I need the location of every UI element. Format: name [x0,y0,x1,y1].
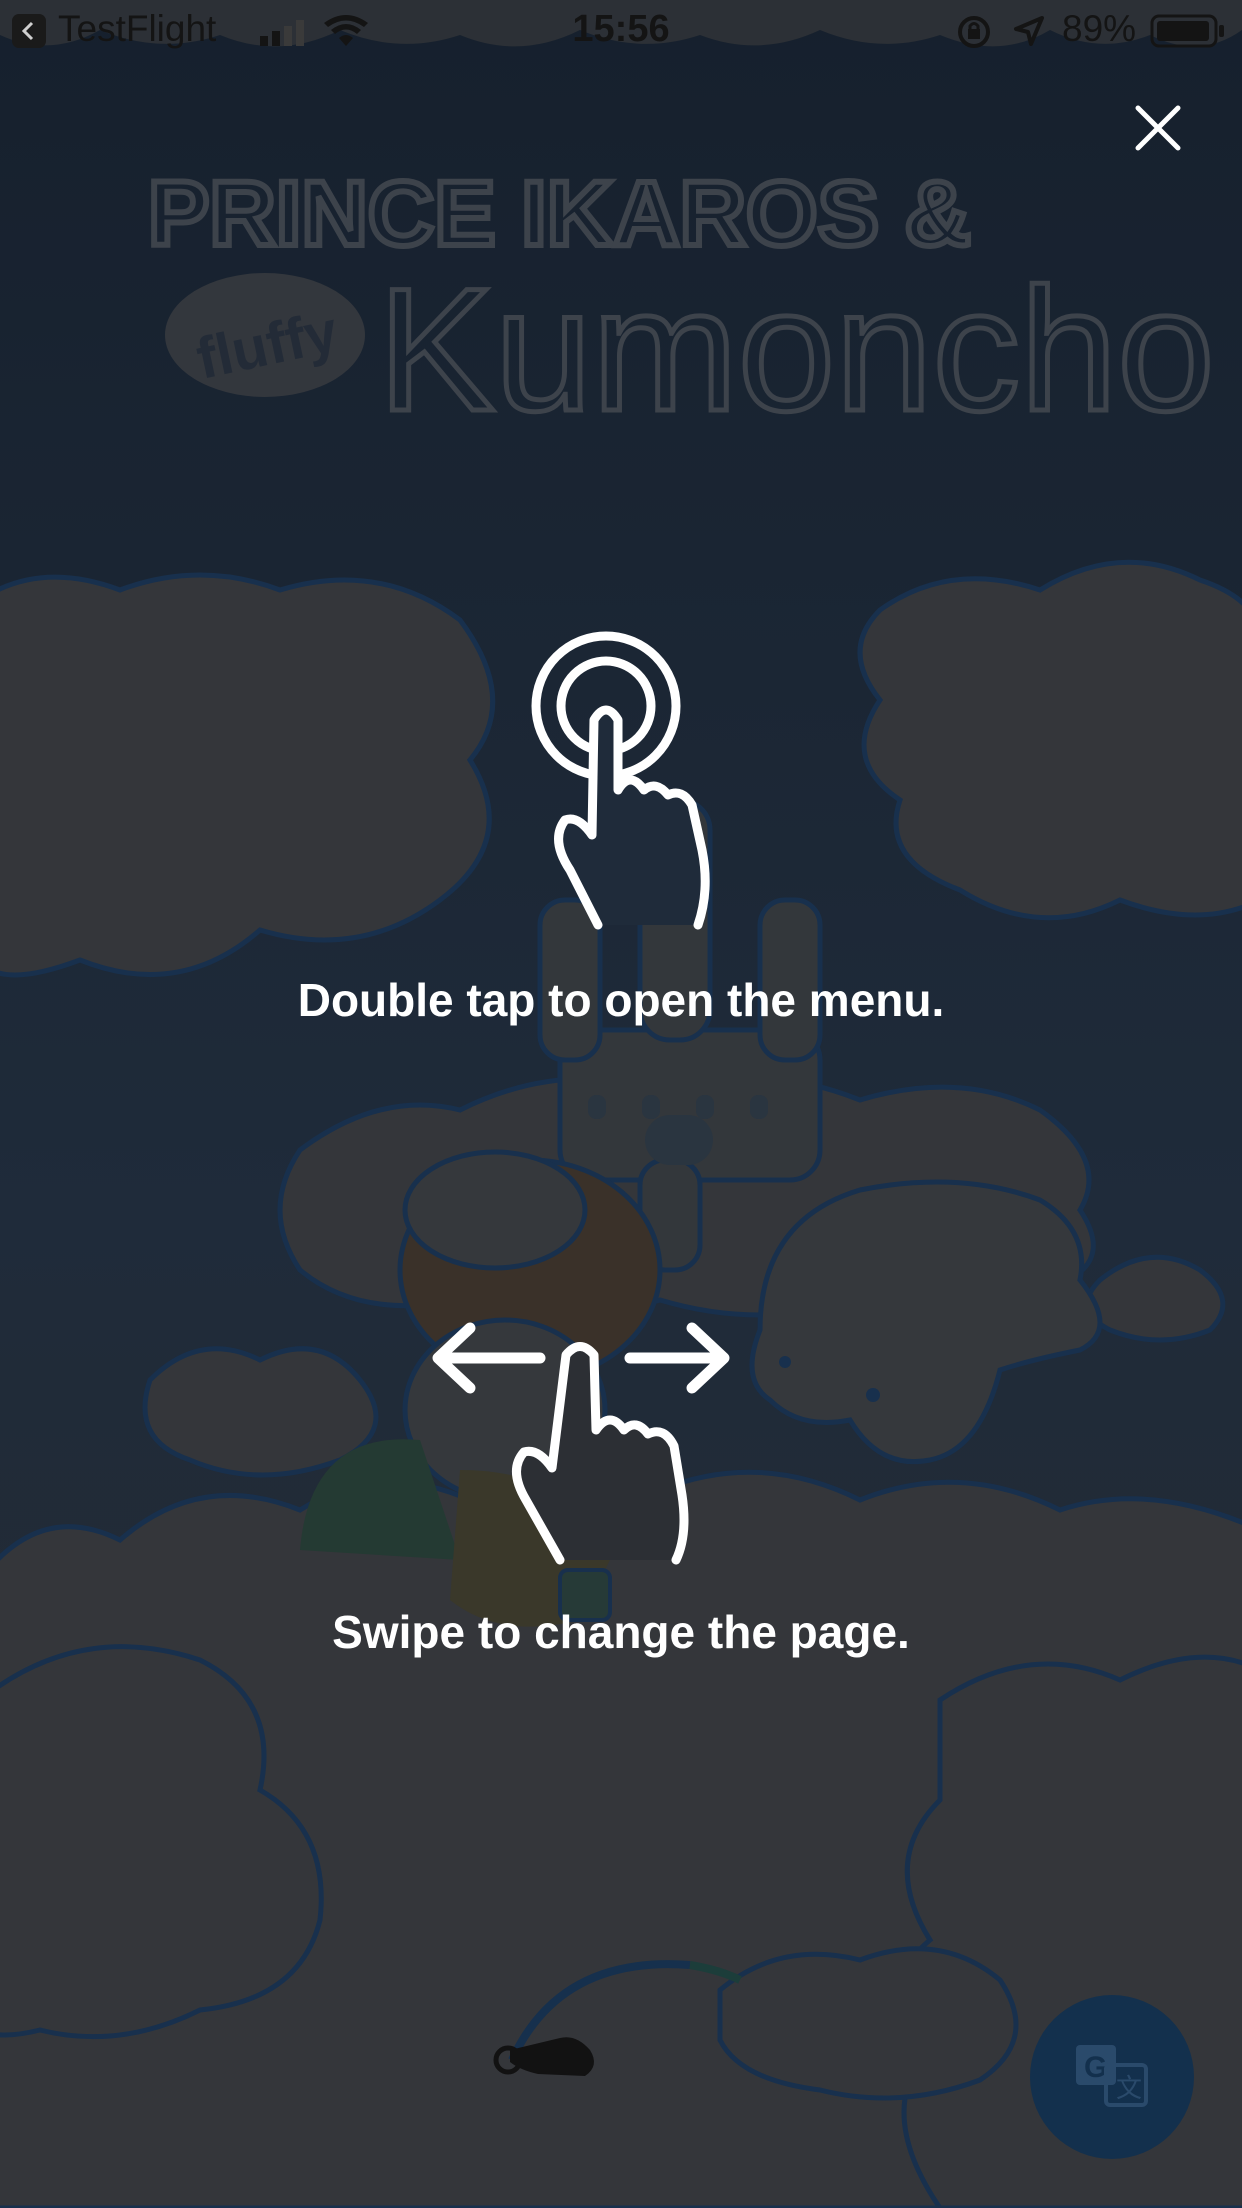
translate-icon: G 文 [1076,2045,1148,2107]
close-icon [1135,105,1181,151]
background-illustration: PRINCE IKAROS & fluffy Kumoncho [0,0,1242,2208]
status-time: 15:56 [572,8,670,50]
battery-percent: 89% [1062,8,1137,49]
orientation-lock-icon [958,16,990,48]
title-big: Kumoncho [378,253,1215,448]
svg-text:文: 文 [1116,2073,1142,2103]
double-tap-gesture-icon [531,631,710,930]
title-line1: PRINCE IKAROS & [148,163,971,265]
double-tap-hint: Double tap to open the menu. [297,974,945,1026]
close-button[interactable] [1130,100,1186,156]
swipe-hint: Swipe to change the page. [332,1606,910,1658]
battery-icon [1150,14,1224,48]
swipe-gesture-icon [432,1322,730,1565]
pointing-hand-icon [493,2037,594,2076]
location-arrow-icon [1014,16,1044,46]
translate-button[interactable]: G 文 [1030,1995,1194,2159]
status-bar: TestFlight 15:56 89% [0,0,1242,60]
svg-text:G: G [1084,2051,1107,2084]
